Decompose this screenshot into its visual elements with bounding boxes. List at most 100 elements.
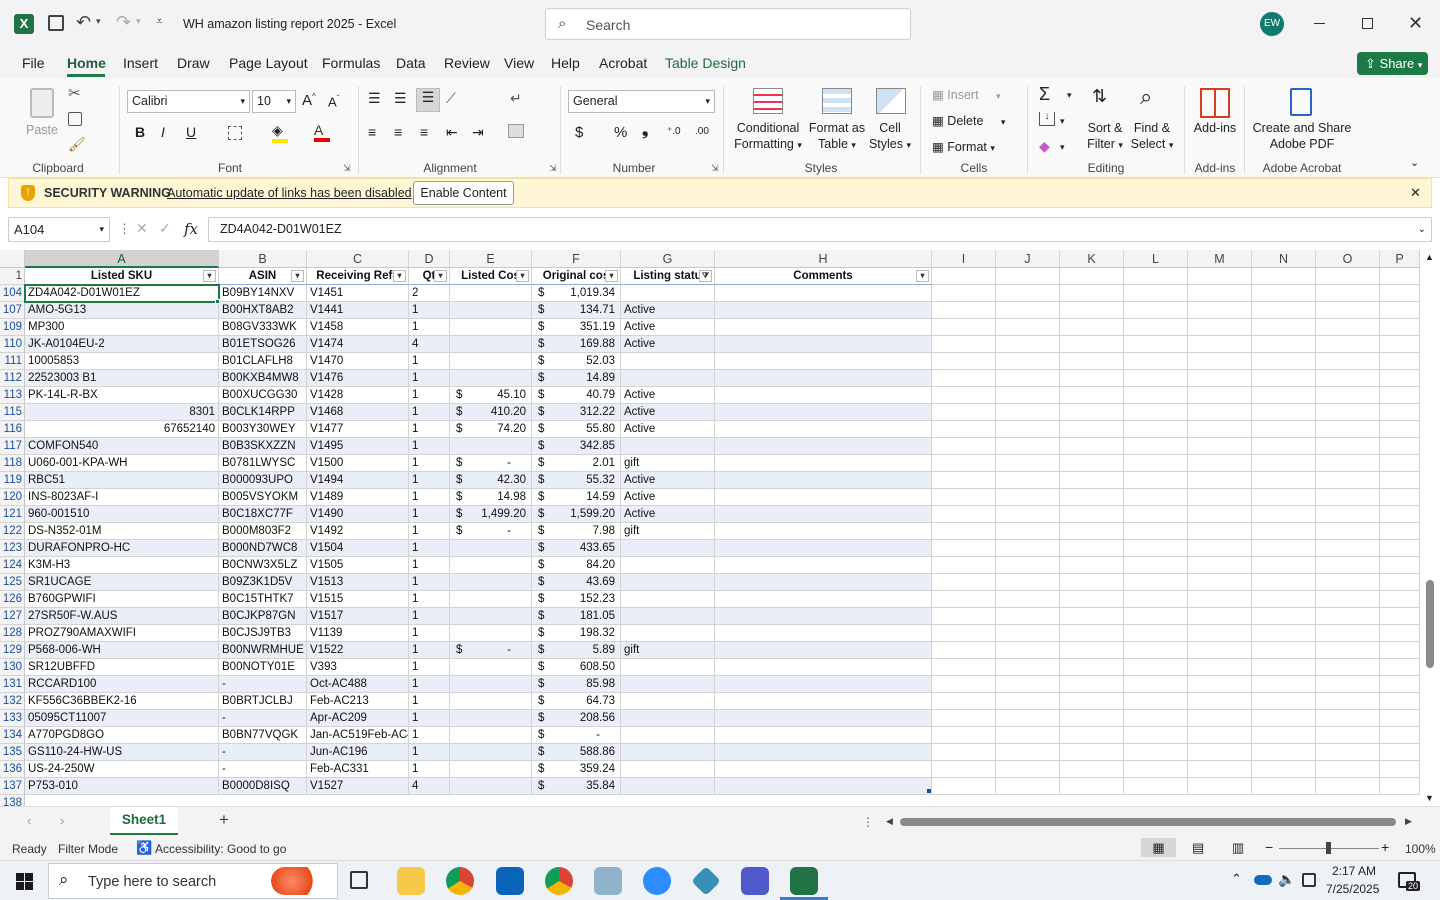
table-cell[interactable]: V1522 bbox=[307, 642, 409, 659]
column-header-a[interactable]: A bbox=[25, 250, 219, 268]
row-header[interactable]: 130 bbox=[0, 659, 25, 676]
empty-cell[interactable] bbox=[1252, 455, 1316, 472]
tab-draw[interactable]: Draw bbox=[177, 55, 210, 71]
fill-handle[interactable] bbox=[215, 299, 220, 304]
empty-cell[interactable] bbox=[1188, 608, 1252, 625]
clock-date[interactable]: 7/25/2025 bbox=[1326, 882, 1379, 896]
empty-cell[interactable] bbox=[1188, 591, 1252, 608]
table-cell[interactable]: B00HXT8AB2 bbox=[219, 302, 307, 319]
table-cell[interactable]: P753-010 bbox=[25, 778, 219, 795]
row-header[interactable]: 120 bbox=[0, 489, 25, 506]
listing-status-cell[interactable]: Active bbox=[621, 336, 715, 353]
comments-cell[interactable] bbox=[715, 489, 932, 506]
empty-cell[interactable] bbox=[1380, 642, 1420, 659]
table-cell[interactable]: 1 bbox=[409, 591, 450, 608]
restore-icon[interactable] bbox=[1362, 18, 1373, 29]
column-header-n[interactable]: N bbox=[1252, 250, 1316, 268]
original-cost-cell[interactable]: $5.89 bbox=[532, 642, 621, 659]
listed-cost-cell[interactable] bbox=[450, 778, 532, 795]
table-cell[interactable]: 1 bbox=[409, 302, 450, 319]
share-button[interactable]: ⇪ Share ▾ bbox=[1357, 52, 1428, 75]
row-header[interactable]: 118 bbox=[0, 455, 25, 472]
empty-cell[interactable] bbox=[1380, 370, 1420, 387]
table-cell[interactable]: V1513 bbox=[307, 574, 409, 591]
fill-icon[interactable]: ↓ bbox=[1039, 112, 1055, 126]
show-hidden-icons[interactable]: ⌃ bbox=[1231, 871, 1242, 887]
listing-status-cell[interactable] bbox=[621, 625, 715, 642]
row-header[interactable]: 112 bbox=[0, 370, 25, 387]
comments-cell[interactable] bbox=[715, 523, 932, 540]
scroll-thumb[interactable] bbox=[1426, 580, 1434, 668]
row-header[interactable]: 134 bbox=[0, 727, 25, 744]
empty-cell[interactable] bbox=[1380, 659, 1420, 676]
empty-cell[interactable] bbox=[1316, 659, 1380, 676]
empty-cell[interactable] bbox=[1316, 778, 1380, 795]
table-cell[interactable]: 1 bbox=[409, 404, 450, 421]
insert-cells-button[interactable]: ▦ Insert ▾ bbox=[932, 87, 1001, 104]
table-cell[interactable]: B0B3SKXZZN bbox=[219, 438, 307, 455]
empty-cell[interactable] bbox=[1380, 557, 1420, 574]
empty-cell[interactable] bbox=[1252, 387, 1316, 404]
row-header[interactable]: 121 bbox=[0, 506, 25, 523]
empty-cell[interactable] bbox=[996, 591, 1060, 608]
listed-cost-cell[interactable] bbox=[450, 540, 532, 557]
comments-cell[interactable] bbox=[715, 642, 932, 659]
filter-dropdown-icon[interactable]: ▾ bbox=[605, 270, 618, 282]
comments-cell[interactable] bbox=[715, 438, 932, 455]
listed-cost-cell[interactable]: $ - bbox=[450, 523, 532, 540]
empty-cell[interactable] bbox=[1252, 285, 1316, 302]
row-header[interactable]: 133 bbox=[0, 710, 25, 727]
table-cell[interactable]: 4 bbox=[409, 336, 450, 353]
format-cells-button[interactable]: ▦ Format ▾ bbox=[932, 139, 995, 156]
table-cell[interactable]: 22523003 B1 bbox=[25, 370, 219, 387]
table-cell[interactable]: B09BY14NXV bbox=[219, 285, 307, 302]
empty-cell[interactable] bbox=[996, 455, 1060, 472]
table-header-cell[interactable]: Receiving Ref# ▾ bbox=[307, 268, 409, 285]
comments-cell[interactable] bbox=[715, 778, 932, 795]
insert-function-icon[interactable]: fx bbox=[184, 220, 198, 238]
empty-cell[interactable] bbox=[1380, 693, 1420, 710]
select-all-corner[interactable] bbox=[0, 250, 25, 268]
listing-status-cell[interactable]: Active bbox=[621, 421, 715, 438]
table-cell[interactable]: B0C18XC77F bbox=[219, 506, 307, 523]
empty-cell[interactable] bbox=[1380, 710, 1420, 727]
table-cell[interactable]: COMFON540 bbox=[25, 438, 219, 455]
empty-cell[interactable] bbox=[1188, 761, 1252, 778]
empty-cell[interactable] bbox=[1252, 642, 1316, 659]
table-cell[interactable]: 8301 bbox=[25, 404, 219, 421]
table-cell[interactable]: V1492 bbox=[307, 523, 409, 540]
table-cell[interactable]: 1 bbox=[409, 370, 450, 387]
empty-cell[interactable] bbox=[1124, 489, 1188, 506]
tab-insert[interactable]: Insert bbox=[123, 55, 158, 71]
listing-status-cell[interactable]: gift bbox=[621, 523, 715, 540]
empty-cell[interactable] bbox=[932, 591, 996, 608]
empty-cell[interactable] bbox=[996, 523, 1060, 540]
table-cell[interactable]: Oct-AC488 bbox=[307, 676, 409, 693]
windows-start-icon[interactable] bbox=[16, 873, 33, 890]
empty-cell[interactable] bbox=[932, 574, 996, 591]
paste-button[interactable]: Paste bbox=[26, 122, 58, 138]
table-cell[interactable]: V1490 bbox=[307, 506, 409, 523]
empty-cell[interactable] bbox=[1124, 404, 1188, 421]
accessibility-icon[interactable]: ♿ bbox=[136, 840, 152, 856]
cell-styles-button[interactable]: Cell Styles ▾ bbox=[866, 120, 914, 153]
comments-cell[interactable] bbox=[715, 676, 932, 693]
empty-cell[interactable] bbox=[1124, 676, 1188, 693]
listed-cost-cell[interactable]: $14.98 bbox=[450, 489, 532, 506]
empty-cell[interactable] bbox=[932, 472, 996, 489]
row-header[interactable]: 123 bbox=[0, 540, 25, 557]
table-cell[interactable]: K3M-H3 bbox=[25, 557, 219, 574]
empty-cell[interactable] bbox=[996, 370, 1060, 387]
increase-font-icon[interactable]: A^ bbox=[302, 92, 316, 109]
listing-status-cell[interactable]: Active bbox=[621, 472, 715, 489]
original-cost-cell[interactable]: $84.20 bbox=[532, 557, 621, 574]
listing-status-cell[interactable] bbox=[621, 693, 715, 710]
empty-cell[interactable] bbox=[1188, 778, 1252, 795]
table-cell[interactable]: KF556C36BBEK2-16 bbox=[25, 693, 219, 710]
table-cell[interactable]: 1 bbox=[409, 540, 450, 557]
table-cell[interactable]: 960-001510 bbox=[25, 506, 219, 523]
table-cell[interactable]: B0781LWYSC bbox=[219, 455, 307, 472]
empty-cell[interactable] bbox=[1124, 744, 1188, 761]
table-cell[interactable]: PK-14L-R-BX bbox=[25, 387, 219, 404]
listing-status-cell[interactable] bbox=[621, 676, 715, 693]
